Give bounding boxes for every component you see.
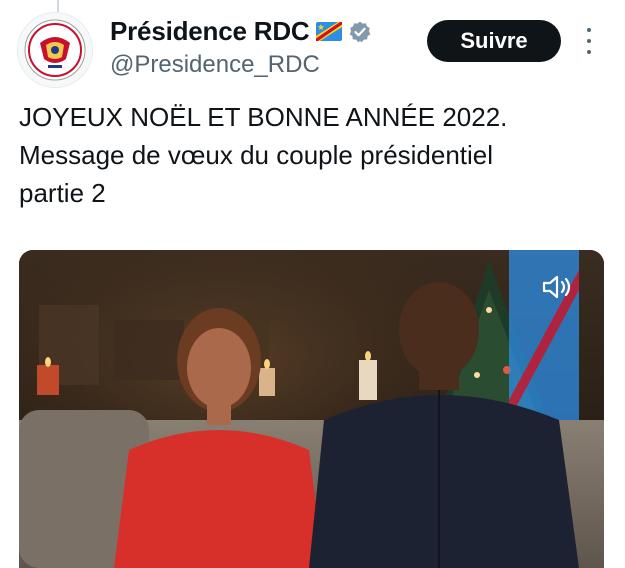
display-name[interactable]: Présidence RDC	[110, 16, 310, 47]
tweet-text-line-2: Message de vœux du couple présidentiel	[19, 140, 494, 170]
more-options-icon[interactable]	[582, 28, 596, 54]
tweet-text-line-3: partie 2	[19, 178, 106, 208]
author-name-row: Présidence RDC	[110, 16, 372, 47]
follow-button[interactable]: Suivre	[427, 20, 561, 62]
author-handle[interactable]: @Presidence_RDC	[110, 51, 320, 79]
verified-badge-icon	[348, 20, 372, 44]
tweet-text: JOYEUX NOËL ET BONNE ANNÉE 2022. Message…	[19, 98, 609, 212]
dot	[587, 39, 591, 43]
drc-flag-icon	[315, 22, 342, 41]
thread-connector-line	[57, 0, 59, 12]
tweet-text-line-1: JOYEUX NOËL ET BONNE ANNÉE 2022.	[19, 102, 508, 132]
video-frame-image	[19, 250, 604, 568]
dot	[587, 50, 591, 54]
presidency-seal-logo	[24, 19, 86, 81]
dot	[587, 28, 591, 32]
speaker-muted-icon[interactable]	[540, 272, 574, 302]
video-player[interactable]	[19, 250, 604, 568]
avatar[interactable]	[17, 12, 93, 88]
